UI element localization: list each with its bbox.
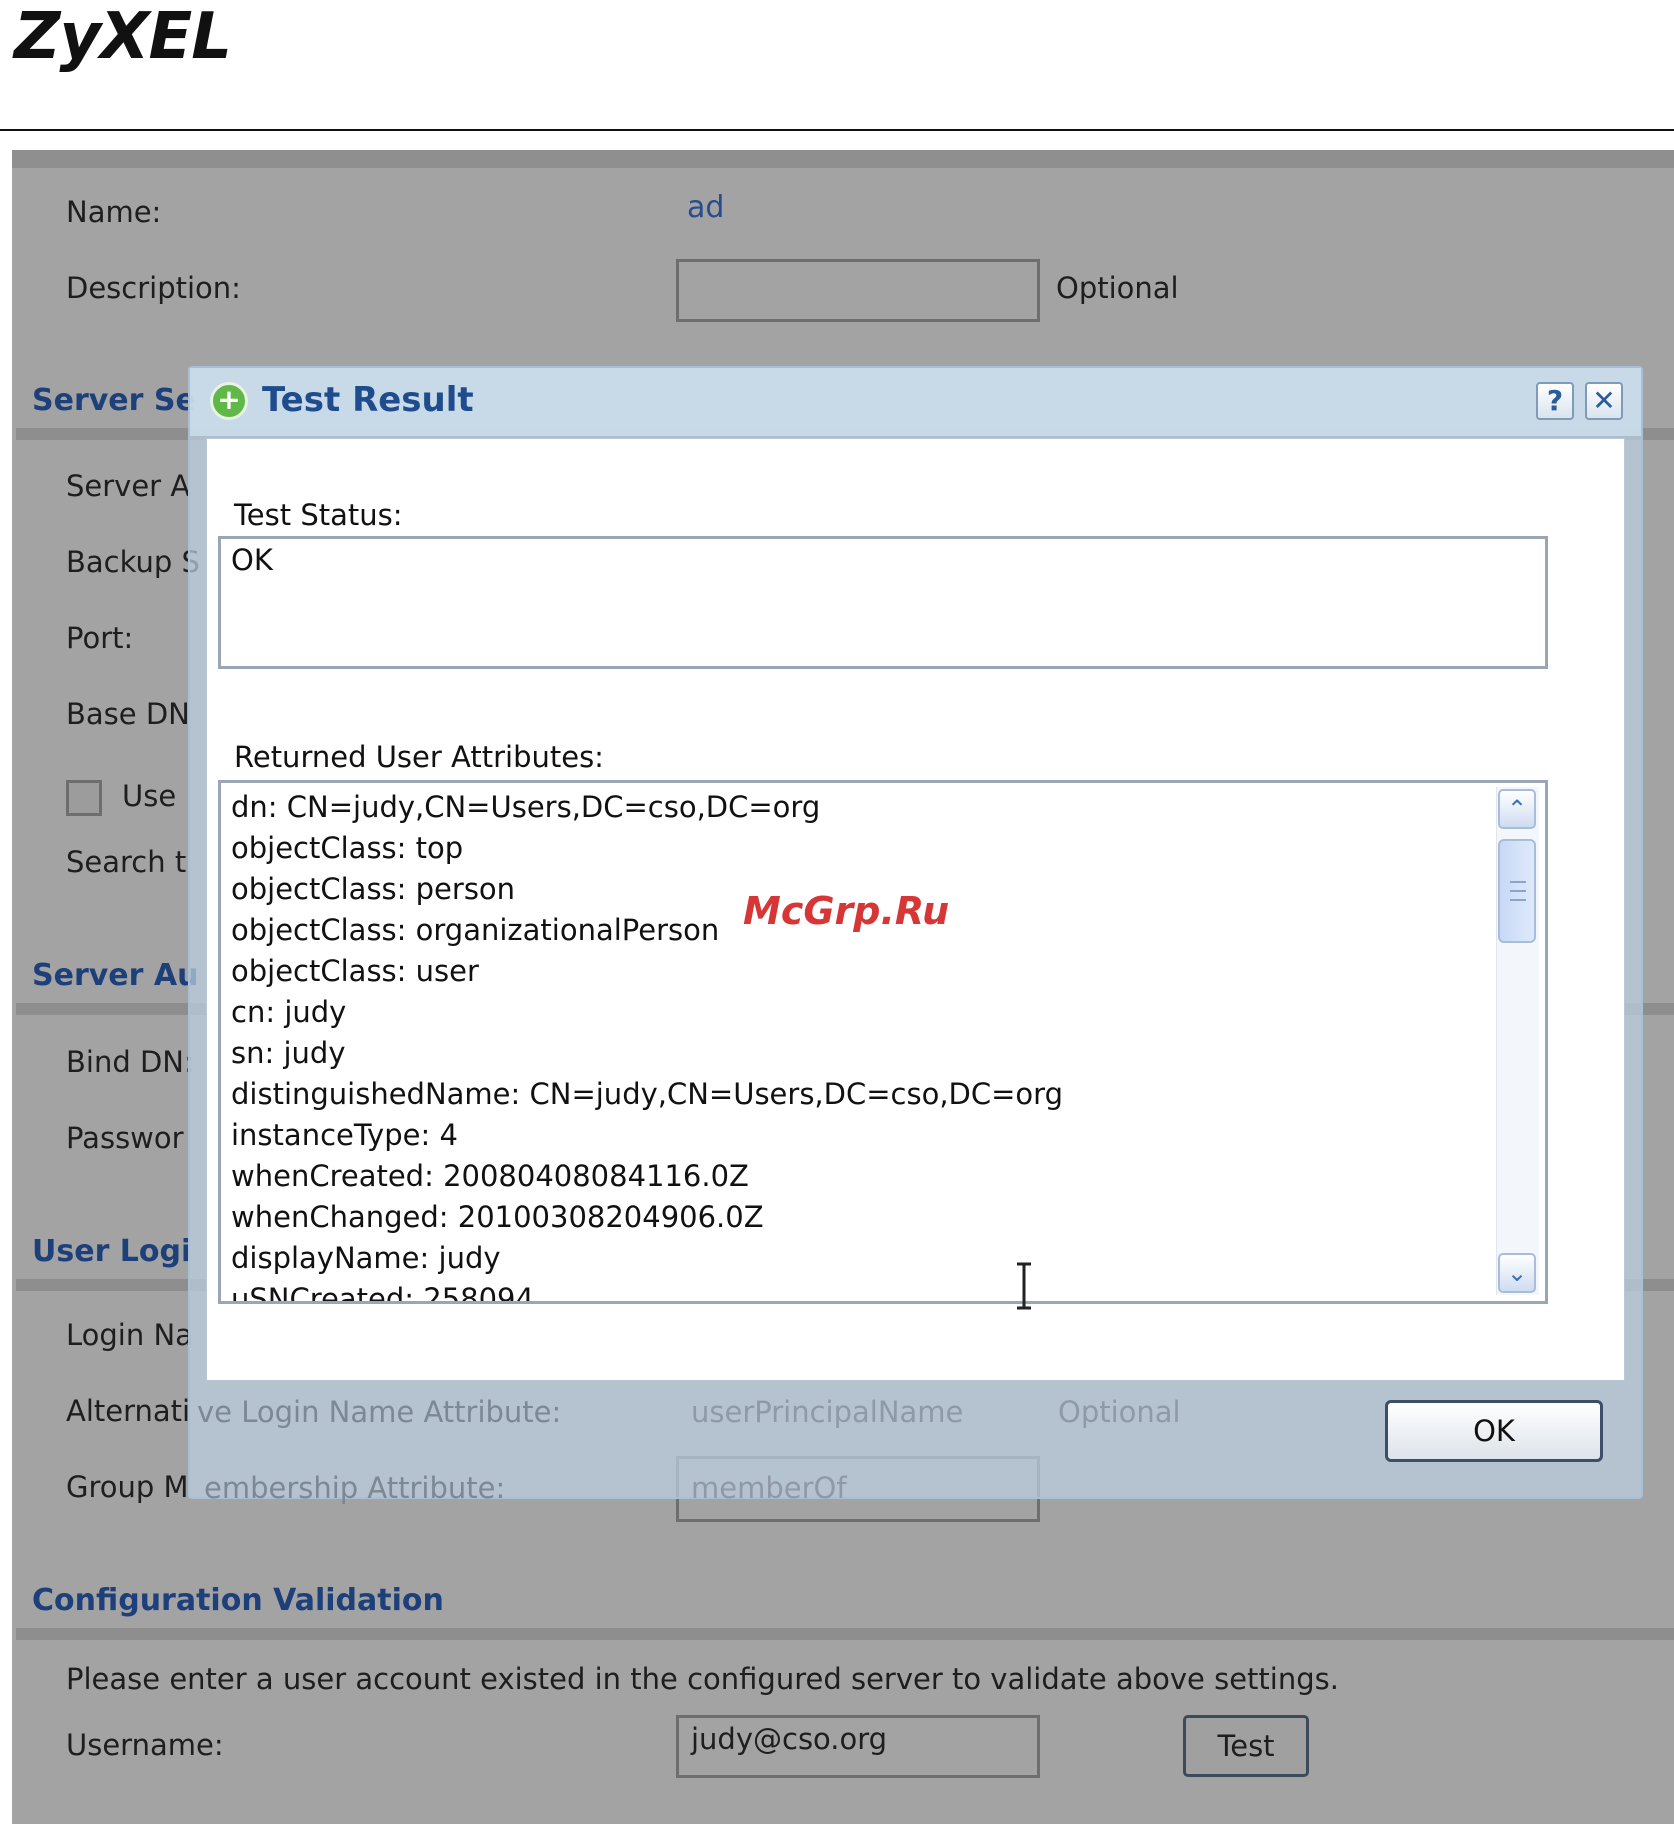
test-status-box[interactable]: OK (218, 536, 1548, 669)
username-label: Username: (66, 1728, 224, 1762)
name-label: Name: (66, 195, 162, 229)
attribute-line: dn: CN=judy,CN=Users,DC=cso,DC=org (231, 790, 821, 824)
group-membership-label: Group M (66, 1470, 189, 1504)
password-label: Passwor (66, 1121, 184, 1155)
section-rule (16, 1628, 1674, 1640)
attributes-list: dn: CN=judy,CN=Users,DC=cso,DC=org object… (231, 787, 1063, 1304)
attributes-scrollbar[interactable]: ⌃ ⌄ (1496, 787, 1539, 1295)
description-input[interactable] (676, 259, 1040, 322)
section-title-server-settings: Server Se (32, 383, 196, 418)
attribute-line: objectClass: top (231, 831, 464, 865)
form-top-bar (12, 150, 1674, 168)
attributes-label: Returned User Attributes: (234, 740, 604, 774)
help-button[interactable]: ? (1536, 382, 1574, 420)
description-label: Description: (66, 271, 241, 305)
attribute-line: uSNCreated: 258094 (231, 1282, 534, 1304)
alt-login-hint-faded: Optional (1058, 1395, 1181, 1429)
description-optional-hint: Optional (1056, 271, 1179, 305)
validation-instructions: Please enter a user account existed in t… (66, 1662, 1339, 1696)
attribute-line: distinguishedName: CN=judy,CN=Users,DC=c… (231, 1077, 1063, 1111)
attribute-line: cn: judy (231, 995, 347, 1029)
login-name-label: Login Na (66, 1318, 193, 1352)
header-divider (0, 129, 1674, 131)
alt-login-value-faded: userPrincipalName (691, 1395, 964, 1429)
search-time-label: Search t (66, 845, 187, 879)
section-title-user-login: User Logi (32, 1234, 192, 1269)
base-dn-label: Base DN (66, 697, 190, 731)
scroll-up-icon[interactable]: ⌃ (1498, 789, 1536, 829)
attribute-line: instanceType: 4 (231, 1118, 458, 1152)
attribute-line: whenChanged: 20100308204906.0Z (231, 1200, 764, 1234)
attributes-textarea[interactable]: dn: CN=judy,CN=Users,DC=cso,DC=org object… (218, 780, 1548, 1304)
zyxel-logo: ZyXEL (14, 0, 232, 74)
attribute-line: objectClass: user (231, 954, 479, 988)
watermark-text: McGrp.Ru (743, 889, 950, 933)
bind-dn-label: Bind DN: (66, 1045, 194, 1079)
scroll-down-icon[interactable]: ⌄ (1498, 1253, 1536, 1293)
attribute-line: whenCreated: 20080408084116.0Z (231, 1159, 749, 1193)
scroll-thumb[interactable] (1498, 839, 1536, 943)
text-cursor-icon (1017, 1262, 1031, 1310)
alt-login-label: Alternati (66, 1394, 191, 1428)
backup-server-label: Backup S (66, 545, 200, 579)
attribute-line: displayName: judy (231, 1241, 501, 1275)
group-label-faded: embership Attribute: (204, 1471, 506, 1505)
server-address-label: Server A (66, 469, 191, 503)
alt-login-label-faded: ve Login Name Attribute: (197, 1395, 562, 1429)
test-button[interactable]: Test (1183, 1715, 1309, 1777)
section-title-config-validation: Configuration Validation (32, 1583, 444, 1618)
group-value-faded: memberOf (691, 1471, 847, 1505)
name-value: ad (687, 190, 725, 225)
attribute-line: sn: judy (231, 1036, 346, 1070)
grip-icon (1510, 881, 1526, 901)
dialog-title: Test Result (262, 380, 474, 420)
port-label: Port: (66, 621, 134, 655)
username-input[interactable]: judy@cso.org (676, 1715, 1040, 1778)
section-title-server-auth: Server Au (32, 958, 199, 993)
use-ssl-label: Use (122, 779, 177, 813)
test-status-label: Test Status: (234, 498, 403, 532)
add-circle-icon: + (210, 382, 248, 420)
ok-button[interactable]: OK (1385, 1400, 1603, 1462)
close-button[interactable]: ✕ (1585, 382, 1623, 420)
use-ssl-checkbox[interactable] (66, 780, 102, 816)
